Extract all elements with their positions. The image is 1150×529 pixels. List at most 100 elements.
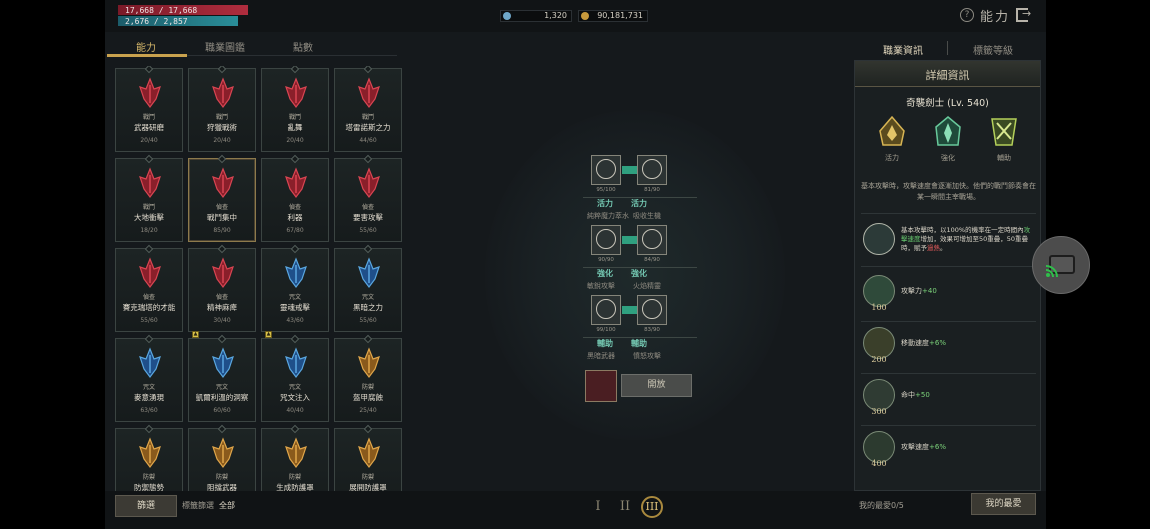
skill-card[interactable]: 戰鬥 大地衝擊 18/20 [115,154,183,242]
skill-card[interactable]: 偵查 利器 67/80 [261,154,329,242]
skill-card[interactable]: 咒文 黑暗之力 55/60 [334,244,402,332]
skill-emblem-icon [358,257,380,288]
skill-name: 精神麻痺 [207,303,237,312]
skill-category: 防禦 [361,474,374,481]
bonus-value: +40 [922,287,937,295]
tree-node[interactable]: 90/90 [591,225,621,263]
skill-name: 咒文注入 [280,393,310,402]
skill-name: 戰鬥集中 [207,213,237,222]
page-button-3[interactable]: III [641,496,663,518]
skill-card[interactable]: 防禦 展開防護罩 [334,424,402,491]
skill-name: 麥意湧現 [134,393,164,402]
skill-emblem-icon [139,167,161,198]
vitality-icon[interactable] [875,115,909,151]
tree-node-type: 輔助 [597,339,613,348]
skill-category: 咒文 [215,384,228,391]
tree-node-skill: 憤怒攻擊 [633,352,661,360]
tab-tag-level[interactable]: 標籤等級 [973,42,1013,57]
tree-node[interactable]: 99/100 [591,295,621,333]
tree-node[interactable]: 83/90 [637,295,667,333]
tree-node-value: 90/90 [598,257,614,263]
help-icon[interactable]: ? [960,8,974,22]
gem-icon [503,12,511,20]
support-icon[interactable] [987,115,1021,151]
tag-filter-value[interactable]: 全部 [219,500,235,511]
skill-name: 生成防護罩 [276,483,314,491]
tab-class-codex[interactable]: 職業圖鑑 [205,39,245,54]
skill-category: 偵查 [288,204,301,211]
card-corner-ornament [290,66,300,74]
skill-emblem-icon [358,437,380,468]
skill-category: 偵查 [142,294,155,301]
skill-level: 40/40 [286,407,304,414]
tab-ability[interactable]: 能力 [136,39,156,54]
skill-emblem-icon [212,167,234,198]
skill-card[interactable]: 咒文 靈魂戒擊 43/60 [261,244,329,332]
skill-card[interactable]: 咒文 咒文注入 40/40 ▲ [261,331,329,422]
new-badge-icon: ▲ [265,331,272,338]
tree-node-skill: 敏銳攻擊 [587,282,615,290]
class-name: 奇襲劍士 (Lv. 540) [906,98,989,109]
favorites-button[interactable]: 我的最愛 [971,493,1036,515]
skill-name: 塔雷諾斯之力 [345,123,391,132]
tab-class-info[interactable]: 職業資訊 [883,42,923,57]
bonus-level: 400 [871,459,887,468]
locked-node-icon [585,370,617,402]
card-corner-ornament [217,334,227,344]
card-corner-ornament [363,334,373,344]
bonus-row: 400 攻擊速度+6% [861,431,1036,477]
divider [861,213,1036,214]
tree-link [622,236,637,244]
tab-points[interactable]: 點數 [293,39,313,54]
skill-card[interactable]: 防禦 生成防護罩 [261,424,329,491]
tree-node-type: 強化 [631,269,647,278]
card-corner-ornament [144,66,154,74]
skill-card[interactable]: 戰鬥 亂舞 20/40 [261,66,329,152]
tree-node-icon [642,229,662,249]
tree-link [622,306,637,314]
tree-node[interactable]: 95/100 [591,155,621,193]
condition-highlight-overheat: 過熱 [927,244,940,252]
page-button-2[interactable]: II [614,496,636,518]
skill-card[interactable]: 戰鬥 塔雷諾斯之力 44/60 [334,66,402,152]
skill-category: 防禦 [288,474,301,481]
skill-level: 44/60 [359,137,377,144]
skill-level: 20/40 [140,137,158,144]
card-corner-ornament [290,334,300,344]
skill-card[interactable]: 偵查 精神麻痺 30/40 [188,244,256,332]
skill-card[interactable]: 戰鬥 武器研磨 20/40 [115,66,183,152]
tree-node[interactable]: 81/90 [637,155,667,193]
enhance-icon[interactable] [931,115,965,151]
card-corner-ornament [363,244,373,254]
skill-card[interactable]: 戰鬥 狩獵戰術 20/40 [188,66,256,152]
bonus-value: +6% [929,443,946,451]
skill-card[interactable]: 防禦 阻擋武器 [188,424,256,491]
skill-level: 55/60 [359,227,377,234]
skill-card[interactable]: 偵查 要害攻擊 55/60 [334,154,402,242]
skill-card[interactable]: 咒文 凱爾利溫的洞察 60/60 ▲ [188,331,256,422]
skill-emblem-icon [285,347,307,378]
skill-level: 30/40 [213,317,231,324]
exit-arrow-icon[interactable]: → [1022,7,1031,20]
currency-gem-box: 1,320 [500,10,572,22]
bonus-text: 攻擊速度+6% [901,442,946,452]
divider [861,425,1036,426]
skill-card[interactable]: 偵查 戰鬥集中 85/90 [188,154,256,242]
bonus-level: 100 [871,303,887,312]
card-corner-ornament [144,424,154,434]
skill-card[interactable]: 防禦 防禦態勢 [115,424,183,491]
tree-node[interactable]: 84/90 [637,225,667,263]
skill-card[interactable]: 防禦 盔甲腐蝕 25/40 [334,334,402,422]
open-button[interactable]: 開放 [621,374,692,397]
skill-card[interactable]: 咒文 麥意湧現 63/60 [115,334,183,422]
skill-card[interactable]: 偵查 賽克瑞塔的才能 55/60 [115,244,183,332]
page-button-1[interactable]: I [587,496,609,518]
skill-emblem-icon [285,437,307,468]
filter-button[interactable]: 篩選 [115,495,177,517]
screen-cast-button[interactable] [1032,236,1090,294]
skill-level: 25/40 [359,407,377,414]
skill-emblem-icon [212,347,234,378]
skill-level: 20/40 [213,137,231,144]
card-corner-ornament [363,424,373,434]
bonus-value: +50 [915,391,930,399]
